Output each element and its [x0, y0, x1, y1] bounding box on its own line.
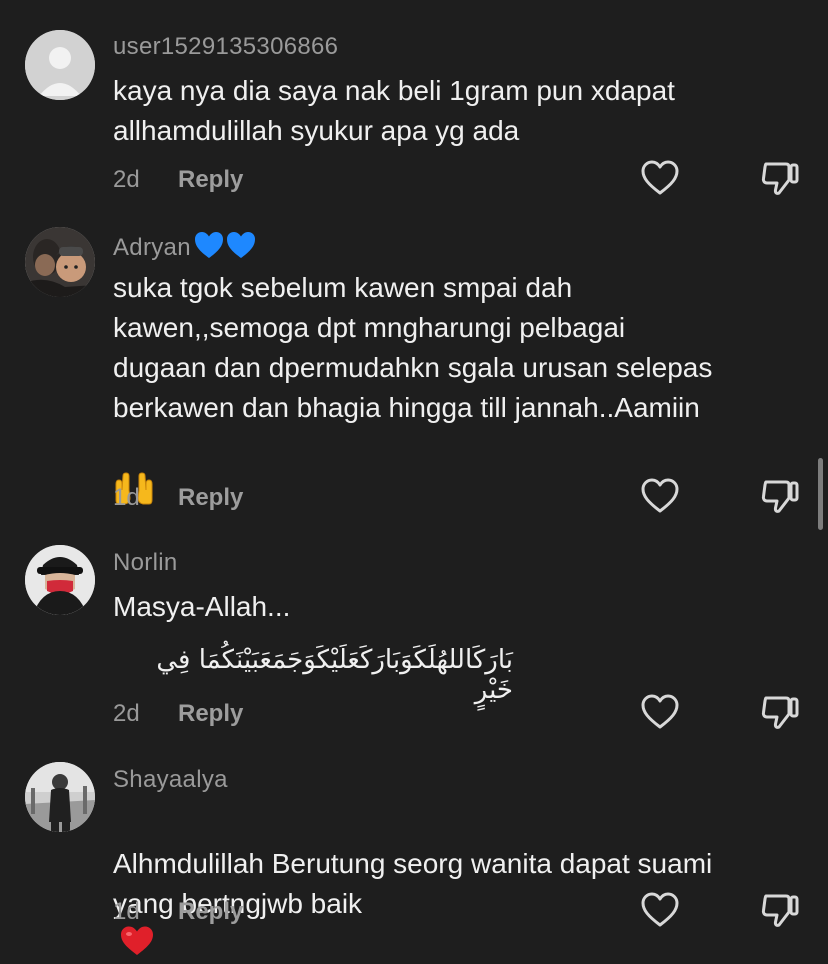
comment-meta: 1d Reply [113, 898, 243, 926]
username-text: Adryan [113, 233, 191, 261]
heart-outline-icon[interactable] [640, 694, 680, 730]
avatar[interactable] [25, 227, 95, 297]
comment-age: 1d [113, 484, 140, 511]
thumbs-down-outline-icon[interactable] [760, 892, 800, 928]
comment-emoji-line [113, 428, 803, 505]
comment-meta: 1d Reply [113, 484, 243, 512]
avatar[interactable] [25, 762, 95, 832]
comment-age: 2d [113, 700, 140, 727]
heart-outline-icon[interactable] [640, 478, 680, 514]
reply-button[interactable]: Reply [178, 166, 243, 194]
comment-text: Alhmdulillah Berutung seorg wanita dapat… [113, 804, 803, 964]
scrollbar[interactable] [818, 458, 823, 530]
comment-meta: 2d Reply [113, 166, 243, 194]
profile-photo [25, 762, 95, 832]
arabic-text: بَارَكَاللهُلَكَوَبَارَكَعَلَيْكَوَجَمَع… [156, 645, 513, 705]
reply-button[interactable]: Reply [178, 898, 243, 926]
profile-photo [25, 545, 95, 615]
avatar[interactable] [25, 545, 95, 615]
thumbs-down-outline-icon[interactable] [760, 694, 800, 730]
comment-username[interactable]: Norlin [113, 549, 177, 577]
heart-outline-icon[interactable] [640, 160, 680, 196]
thumbs-down-outline-icon[interactable] [760, 478, 800, 514]
profile-photo [25, 227, 95, 297]
comment-text: kaya nya dia saya nak beli 1gram pun xda… [113, 75, 675, 146]
avatar[interactable] [25, 30, 95, 100]
comment-age: 2d [113, 166, 140, 193]
reply-button[interactable]: Reply [178, 484, 243, 512]
comment-text: suka tgok sebelum kawen smpai dah kawen,… [113, 272, 713, 423]
comment-username[interactable]: Shayaalya [113, 766, 228, 794]
comment-username[interactable]: Adryan [113, 230, 257, 267]
thumbs-down-outline-icon[interactable] [760, 160, 800, 196]
blue-hearts-icon [194, 232, 255, 258]
comment-username[interactable]: user1529135306866 [113, 33, 338, 61]
reply-button[interactable]: Reply [178, 700, 243, 728]
heart-outline-icon[interactable] [640, 892, 680, 928]
comment-meta: 2d Reply [113, 700, 243, 728]
blue-heart-emoji [193, 230, 257, 267]
default-avatar-icon [25, 30, 95, 100]
comment-age: 1d [113, 898, 140, 925]
red-heart-emoji-icon [121, 926, 153, 955]
comment-text: Masya-Allah... [113, 591, 291, 622]
